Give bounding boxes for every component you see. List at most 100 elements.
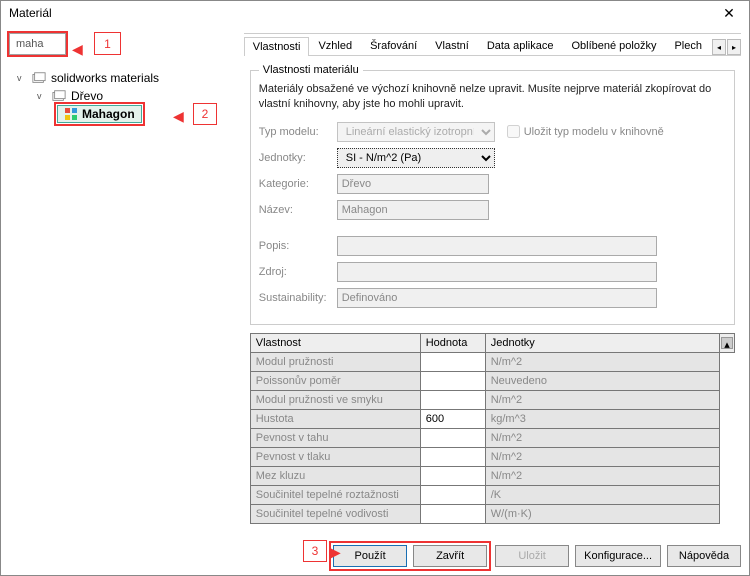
tree-material-row[interactable]: Mahagon ◀ 2 xyxy=(9,105,236,123)
table-row: Modul pružnosti N/m^2 xyxy=(250,352,734,371)
window-title: Materiál xyxy=(9,6,52,20)
left-pane: ◀ 1 v solidworks materials v Dřevo xyxy=(9,33,236,533)
cell-value[interactable] xyxy=(420,485,485,504)
table-row: Součinitel tepelné roztažnosti/K xyxy=(250,485,734,504)
config-button[interactable]: Konfigurace... xyxy=(575,545,661,567)
tab-appearance[interactable]: Vzhled xyxy=(309,36,361,55)
material-tree[interactable]: v solidworks materials v Dřevo Mahag xyxy=(9,69,236,123)
properties-panel: Vlastnosti materiálu Materiály obsažené … xyxy=(244,56,741,533)
row-name: Název: xyxy=(259,200,726,220)
annotation-1: 1 xyxy=(94,32,121,55)
cell-property: Modul pružnosti ve smyku xyxy=(250,390,420,409)
cell-property: Součinitel tepelné roztažnosti xyxy=(250,485,420,504)
tree-material-selected[interactable]: Mahagon xyxy=(57,105,142,123)
cell-value[interactable] xyxy=(420,504,485,523)
tree-library-label: solidworks materials xyxy=(51,71,159,85)
table-row: Pevnost v tlaku N/m^2 xyxy=(250,447,734,466)
cell-units: N/m^2 xyxy=(485,352,719,371)
cell-property: Mez kluzu xyxy=(250,466,420,485)
label-desc: Popis: xyxy=(259,240,337,252)
material-properties-group: Vlastnosti materiálu Materiály obsažené … xyxy=(250,64,735,325)
expand-icon[interactable]: v xyxy=(17,73,27,83)
material-icon xyxy=(64,107,78,121)
title-bar: Materiál ✕ xyxy=(1,1,749,25)
table-row: Poissonův poměr Neuvedeno xyxy=(250,371,734,390)
cell-units: N/m^2 xyxy=(485,447,719,466)
group-legend: Vlastnosti materiálu xyxy=(259,64,363,76)
tab-scroll-left[interactable]: ◂ xyxy=(712,39,726,55)
annotation-1-arrow: ◀ xyxy=(72,41,83,58)
tab-scroll-right[interactable]: ▸ xyxy=(727,39,741,55)
label-units: Jednotky: xyxy=(259,152,337,164)
cell-units: /K xyxy=(485,485,719,504)
select-units[interactable]: SI - N/m^2 (Pa) xyxy=(337,148,495,168)
checkbox-savetype-input xyxy=(507,125,520,138)
annotation-2: 2 xyxy=(193,103,217,125)
row-sustain: Sustainability: xyxy=(259,288,726,308)
help-button[interactable]: Nápověda xyxy=(667,545,741,567)
input-sustain xyxy=(337,288,657,308)
cell-value[interactable] xyxy=(420,428,485,447)
header-units[interactable]: Jednotky xyxy=(485,333,719,352)
cell-units: N/m^2 xyxy=(485,428,719,447)
header-property[interactable]: Vlastnost xyxy=(250,333,420,352)
cell-units: W/(m·K) xyxy=(485,504,719,523)
annotation-3-arrow: ▶ xyxy=(330,544,341,561)
tree-category-label: Dřevo xyxy=(71,89,103,103)
cell-value[interactable]: 600 xyxy=(420,409,485,428)
properties-table: Vlastnost Hodnota Jednotky ▴ Modul pružn… xyxy=(250,333,735,524)
table-row: Hustota600kg/m^3 xyxy=(250,409,734,428)
category-icon xyxy=(51,89,67,103)
cell-value[interactable] xyxy=(420,390,485,409)
input-name xyxy=(337,200,489,220)
label-source: Zdroj: xyxy=(259,266,337,278)
cell-value[interactable] xyxy=(420,447,485,466)
cell-units: Neuvedeno xyxy=(485,371,719,390)
label-name: Název: xyxy=(259,204,337,216)
tab-custom[interactable]: Vlastní xyxy=(426,36,478,55)
apply-close-highlight: Použít Zavřít xyxy=(331,543,489,569)
close-dialog-button[interactable]: Zavřít xyxy=(413,545,487,567)
header-value[interactable]: Hodnota xyxy=(420,333,485,352)
tab-appdata[interactable]: Data aplikace xyxy=(478,36,563,55)
tab-sheetmetal[interactable]: Plech xyxy=(665,36,711,55)
cell-units: N/m^2 xyxy=(485,466,719,485)
tree-library-row[interactable]: v solidworks materials xyxy=(9,69,236,87)
expand-icon[interactable]: v xyxy=(37,91,47,101)
row-units: Jednotky: SI - N/m^2 (Pa) xyxy=(259,148,726,168)
cell-property: Modul pružnosti xyxy=(250,352,420,371)
label-category: Kategorie: xyxy=(259,178,337,190)
cell-property: Pevnost v tlaku xyxy=(250,447,420,466)
row-desc: Popis: xyxy=(259,236,726,256)
tab-hatch[interactable]: Šrafování xyxy=(361,36,426,55)
label-modeltype: Typ modelu: xyxy=(259,126,337,138)
input-desc xyxy=(337,236,657,256)
row-category: Kategorie: xyxy=(259,174,726,194)
annotation-3: 3 xyxy=(303,540,327,562)
table-row: Pevnost v tahu N/m^2 xyxy=(250,428,734,447)
input-source xyxy=(337,262,657,282)
cell-units: kg/m^3 xyxy=(485,409,719,428)
cell-value[interactable] xyxy=(420,371,485,390)
dialog-footer: 3 ▶ Použít Zavřít Uložit Konfigurace... … xyxy=(1,541,749,571)
label-sustain: Sustainability: xyxy=(259,292,337,304)
cell-property: Poissonův poměr xyxy=(250,371,420,390)
apply-button[interactable]: Použít xyxy=(333,545,407,567)
save-button: Uložit xyxy=(495,545,569,567)
cell-value[interactable] xyxy=(420,466,485,485)
close-button[interactable]: ✕ xyxy=(709,1,749,25)
library-icon xyxy=(31,71,47,85)
tab-favorites[interactable]: Oblíbené položky xyxy=(562,36,665,55)
tab-bar: Vlastnosti Vzhled Šrafování Vlastní Data… xyxy=(244,34,741,56)
input-category xyxy=(337,174,489,194)
tree-material-label: Mahagon xyxy=(82,107,135,121)
cell-value[interactable] xyxy=(420,352,485,371)
search-input[interactable] xyxy=(9,33,66,55)
table-scrollbar[interactable]: ▴ xyxy=(720,333,735,352)
search-wrap: ◀ 1 xyxy=(9,33,236,55)
table-row: Součinitel tepelné vodivostiW/(m·K) xyxy=(250,504,734,523)
dialog-content: ◀ 1 v solidworks materials v Dřevo xyxy=(1,25,749,541)
tab-properties[interactable]: Vlastnosti xyxy=(244,37,310,56)
cell-property: Pevnost v tahu xyxy=(250,428,420,447)
table-row: Mez kluzu N/m^2 xyxy=(250,466,734,485)
